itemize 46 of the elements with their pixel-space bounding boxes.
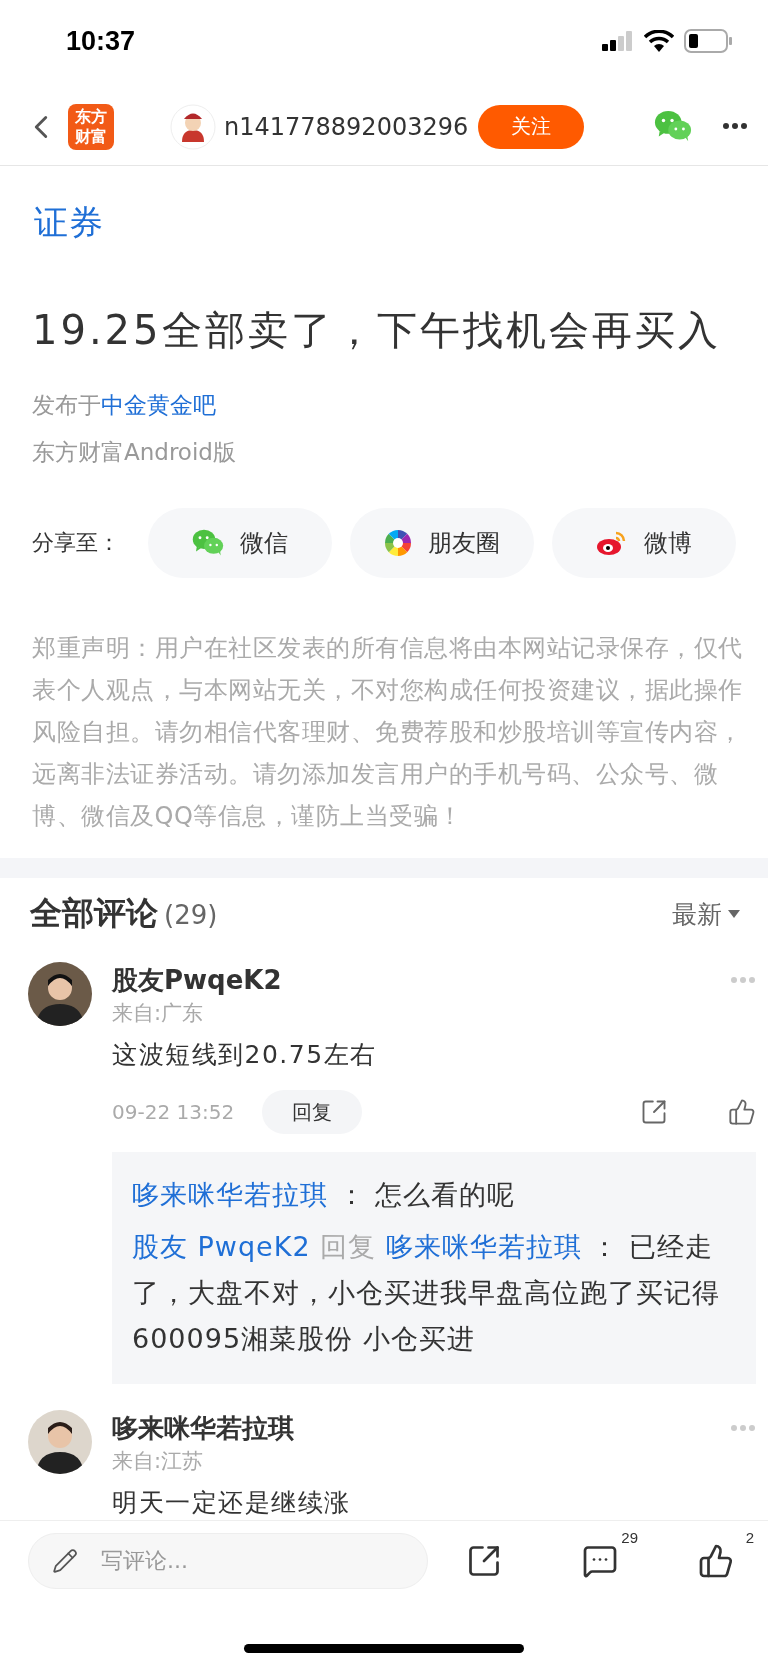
user-link[interactable]: 哆来咪华若拉琪 xyxy=(385,1231,582,1262)
comment-input[interactable]: 写评论... xyxy=(28,1532,428,1589)
wechat-icon xyxy=(192,529,224,557)
more-icon[interactable] xyxy=(722,122,748,131)
commenter-location: 来自:广东 xyxy=(112,1000,205,1027)
like-count: 2 xyxy=(745,1528,754,1546)
caret-icon xyxy=(728,910,740,918)
forum-link[interactable]: 中金黄金吧 xyxy=(101,392,216,418)
share-icon[interactable] xyxy=(640,1098,668,1126)
comment-text: 这波短线到20.75左右 xyxy=(112,1039,378,1071)
battery-icon xyxy=(684,29,732,53)
app-logo: 东方财富 xyxy=(68,103,114,150)
pencil-icon xyxy=(52,1547,78,1574)
share-button[interactable]: 微信 xyxy=(148,508,332,578)
status-time: 10:37 xyxy=(66,25,136,57)
reply-button[interactable]: 回复 xyxy=(262,1090,363,1134)
user-link[interactable]: 股友 PwqeK2 xyxy=(132,1231,311,1262)
weibo-icon xyxy=(596,529,628,557)
aperture-icon xyxy=(384,529,412,557)
wifi-icon xyxy=(644,30,674,52)
comment-time: 09-22 13:52 xyxy=(112,1100,235,1124)
reply-text: 股友 PwqeK2 回复 哆来咪华若拉琪 ： 已经走了，大盘不对，小仓买进我早盘高位跑了买记得600095湘菜股份 小仓买进 xyxy=(132,1230,721,1356)
user-link[interactable]: 哆来咪华若拉琪 xyxy=(132,1179,328,1210)
promo-link[interactable]: 证券 xyxy=(34,196,104,248)
post-title: 19.25全部卖了，下午找机会再买入 xyxy=(32,306,722,355)
published-info: 发布于中金黄金吧 xyxy=(32,391,217,420)
sort-dropdown[interactable]: 最新 xyxy=(672,897,740,931)
commenter-location: 来自:江苏 xyxy=(112,1448,205,1475)
post-source: 东方财富Android版 xyxy=(32,438,237,467)
share-label: 分享至： xyxy=(32,529,121,557)
comment-count: 29 xyxy=(621,1528,638,1546)
signal-icon xyxy=(602,31,634,51)
disclaimer: 郑重声明：用户在社区发表的所有信息将由本网站记录保存，仅代表个人观点，与本网站无关，不对您构成任何投资建议，据此操作风险自担。请勿相信代客理财、免费荐股和炒股培训等宣传内容，远离非法证券活动。请勿添加发言用户的手机号码、公众号、微博、微信及QQ等信息，谨防上当受骗！ xyxy=(32,633,744,832)
share-button[interactable]: 朋友圈 xyxy=(350,508,534,578)
comment-text: 明天一定还是继续涨 xyxy=(112,1487,352,1519)
like-icon[interactable] xyxy=(728,1098,756,1126)
reply-word: 回复 xyxy=(320,1231,377,1262)
avatar xyxy=(170,103,216,150)
comments-title: 全部评论 xyxy=(30,893,158,934)
share-button[interactable]: 微博 xyxy=(552,508,736,578)
reply-text: 哆来咪华若拉琪 ： 怎么看的呢 xyxy=(132,1178,517,1212)
wechat-icon xyxy=(654,110,692,143)
commenter-name[interactable]: 股友PwqeK2 xyxy=(112,962,282,998)
comments-count: (29) xyxy=(164,900,218,930)
user-name[interactable]: n141778892003296 xyxy=(224,112,469,141)
commenter-name[interactable]: 哆来咪华若拉琪 xyxy=(112,1410,294,1446)
